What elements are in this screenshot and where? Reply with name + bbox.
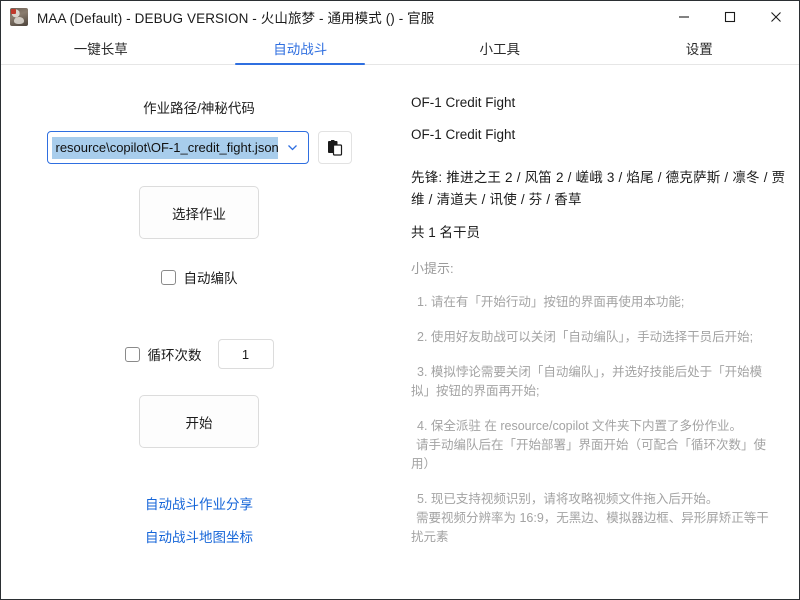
loop-count-checkbox[interactable]	[125, 347, 140, 362]
link-auto-battle-share[interactable]: 自动战斗作业分享	[145, 493, 253, 513]
tab-bar: 一键长草 自动战斗 小工具 设置	[1, 32, 799, 65]
path-input[interactable]: resource\copilot\OF-1_credit_fight.json	[52, 137, 278, 159]
clipboard-paste-icon[interactable]	[318, 131, 352, 164]
tab-tools[interactable]: 小工具	[400, 32, 600, 64]
tab-one-key-farm[interactable]: 一键长草	[1, 32, 201, 64]
tip-text-cont: 需要视频分辨率为 16:9，无黑边、模拟器边框、异形屏矫正等干	[411, 509, 787, 528]
auto-formation-label: 自动编队	[184, 267, 238, 287]
maximize-icon[interactable]	[707, 1, 753, 32]
chevron-down-icon[interactable]	[278, 132, 308, 163]
window-title: MAA (Default) - DEBUG VERSION - 火山旅梦 - 通…	[37, 7, 434, 27]
close-icon[interactable]	[753, 1, 799, 32]
loop-count-input[interactable]: 1	[218, 339, 274, 369]
select-job-button[interactable]: 选择作业	[139, 186, 259, 239]
tip-text: 5. 现已支持视频识别，请将攻略视频文件拖入后开始。	[417, 492, 718, 506]
stage-title-secondary: OF-1 Credit Fight	[411, 127, 787, 142]
link-auto-battle-map-coords[interactable]: 自动战斗地图坐标	[145, 526, 253, 546]
app-window: MAA (Default) - DEBUG VERSION - 火山旅梦 - 通…	[0, 0, 800, 600]
tab-auto-battle[interactable]: 自动战斗	[201, 32, 401, 64]
content-area: 作业路径/神秘代码 resource\copilot\OF-1_credit_f…	[1, 65, 799, 599]
tip-item: 5. 现已支持视频识别，请将攻略视频文件拖入后开始。 需要视频分辨率为 16:9…	[411, 490, 787, 547]
path-row: resource\copilot\OF-1_credit_fight.json	[47, 131, 352, 164]
tip-text-cont2: 扰元素	[411, 528, 787, 547]
minimize-icon[interactable]	[661, 1, 707, 32]
tip-text-cont2: 用）	[411, 455, 787, 474]
tip-text: 2. 使用好友助战可以关闭「自动编队」，手动选择干员后开始;	[417, 330, 753, 344]
tip-text-cont2: 拟」按钮的界面再开始;	[411, 382, 787, 401]
tip-item: 1. 请在有「开始行动」按钮的界面再使用本功能;	[411, 293, 787, 312]
path-label: 作业路径/神秘代码	[143, 97, 255, 117]
tip-text: 1. 请在有「开始行动」按钮的界面再使用本功能;	[417, 295, 684, 309]
tip-item: 2. 使用好友助战可以关闭「自动编队」，手动选择干员后开始;	[411, 328, 787, 347]
tip-item: 3. 模拟悖论需要关闭「自动编队」，并选好技能后处于「开始模 拟」按钮的界面再开…	[411, 363, 787, 401]
loop-count-label: 循环次数	[148, 344, 202, 364]
operator-count: 共 1 名干员	[411, 221, 787, 241]
loop-count-row[interactable]: 循环次数 1	[125, 339, 274, 369]
maa-avatar-icon	[10, 8, 28, 26]
start-button[interactable]: 开始	[139, 395, 259, 448]
tips-header: 小提示:	[411, 258, 787, 277]
tip-text: 4. 保全派驻 在 resource/copilot 文件夹下内置了多份作业。	[417, 419, 742, 433]
window-controls	[661, 1, 799, 32]
path-combobox[interactable]: resource\copilot\OF-1_credit_fight.json	[47, 131, 309, 164]
auto-formation-row[interactable]: 自动编队	[161, 267, 238, 287]
left-panel: 作业路径/神秘代码 resource\copilot\OF-1_credit_f…	[1, 65, 397, 599]
tab-settings[interactable]: 设置	[600, 32, 800, 64]
operator-list: 先锋: 推进之王 2 / 风笛 2 / 嵯峨 3 / 焰尾 / 德克萨斯 / 凛…	[411, 167, 787, 211]
auto-formation-checkbox[interactable]	[161, 270, 176, 285]
stage-title-primary: OF-1 Credit Fight	[411, 95, 787, 110]
right-panel: OF-1 Credit Fight OF-1 Credit Fight 先锋: …	[397, 65, 799, 599]
title-bar: MAA (Default) - DEBUG VERSION - 火山旅梦 - 通…	[1, 1, 799, 32]
tip-text-cont: 请手动编队后在「开始部署」界面开始（可配合「循环次数」使	[411, 436, 787, 455]
tip-text: 3. 模拟悖论需要关闭「自动编队」，并选好技能后处于「开始模	[417, 365, 762, 379]
tip-item: 4. 保全派驻 在 resource/copilot 文件夹下内置了多份作业。 …	[411, 417, 787, 474]
